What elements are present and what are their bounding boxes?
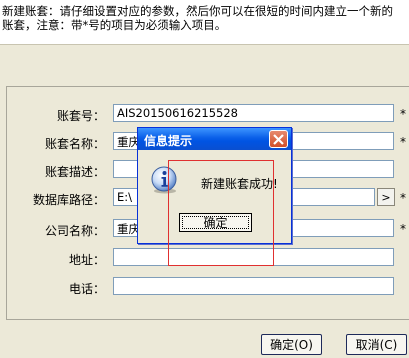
- highlight-box: [168, 160, 274, 266]
- required-mark: *: [400, 222, 406, 236]
- dialog-title: 信息提示: [144, 134, 193, 148]
- phone-field[interactable]: [113, 277, 394, 295]
- phone-label: 电话：: [68, 282, 105, 296]
- close-glyph: [273, 133, 284, 145]
- database-path-label: 数据库路径：: [32, 193, 105, 207]
- required-mark: *: [400, 191, 406, 205]
- address-label: 地址：: [68, 253, 105, 267]
- required-mark: *: [400, 135, 406, 149]
- required-mark: *: [400, 107, 406, 121]
- browse-path-button[interactable]: >: [377, 188, 395, 206]
- cancel-button[interactable]: 取消(C): [346, 334, 407, 355]
- account-name-label: 账套名称：: [44, 137, 105, 151]
- account-description-label: 账套描述：: [44, 165, 105, 179]
- intro-panel: 新建账套：请仔细设置对应的参数，然后你可以在很短的时间内建立一个新的 账套，注意…: [0, 0, 409, 45]
- dialog-titlebar[interactable]: 信息提示: [138, 128, 291, 150]
- account-number-label: 账套号：: [56, 109, 105, 123]
- ok-button[interactable]: 确定(O): [261, 334, 322, 355]
- close-icon[interactable]: [269, 130, 288, 148]
- intro-text: 新建账套：请仔细设置对应的参数，然后你可以在很短的时间内建立一个新的 账套，注意…: [2, 4, 393, 32]
- company-name-label: 公司名称：: [44, 224, 105, 238]
- account-number-field[interactable]: AIS20150616215528: [113, 104, 394, 122]
